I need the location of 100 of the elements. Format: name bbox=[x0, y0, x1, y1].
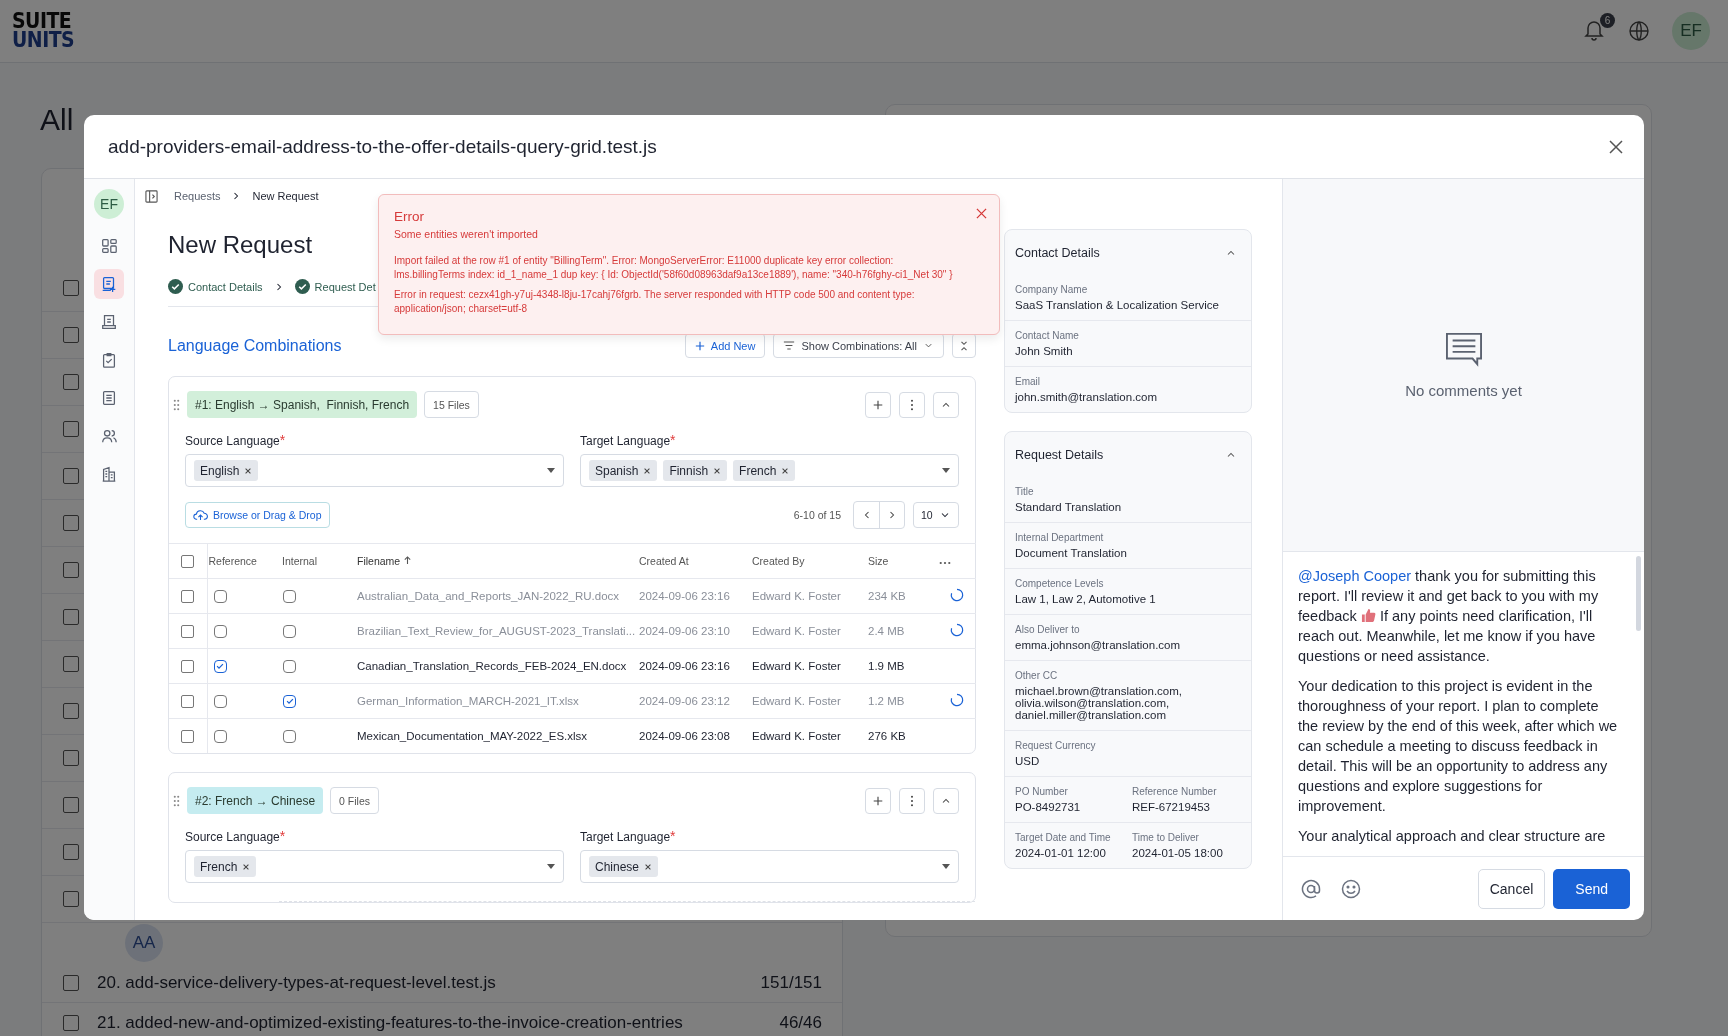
language-tag[interactable]: Finnish bbox=[663, 460, 728, 481]
emoji-icon[interactable] bbox=[1341, 878, 1361, 899]
step-label[interactable]: Request Det bbox=[314, 280, 376, 293]
users-icon[interactable] bbox=[100, 427, 118, 445]
add-button[interactable] bbox=[865, 787, 891, 814]
collapse-all-button[interactable] bbox=[952, 333, 976, 358]
checkbox[interactable] bbox=[213, 624, 227, 638]
user-avatar[interactable]: EF bbox=[94, 189, 124, 219]
step-label[interactable]: Contact Details bbox=[188, 280, 263, 293]
checkbox[interactable] bbox=[181, 554, 195, 568]
remove-icon[interactable] bbox=[242, 862, 251, 871]
checkbox[interactable] bbox=[283, 624, 296, 638]
remove-icon[interactable] bbox=[643, 466, 652, 475]
column-header[interactable]: Filename bbox=[357, 555, 401, 567]
page-range: 6-10 of 15 bbox=[793, 509, 841, 521]
document-plus-icon[interactable] bbox=[100, 275, 118, 293]
cancel-button[interactable]: Cancel bbox=[1477, 868, 1546, 909]
language-select[interactable]: Chinese bbox=[580, 850, 959, 883]
language-tag[interactable]: French bbox=[194, 856, 257, 877]
comment-paragraph: Your analytical approach and clear structure are bbox=[1298, 827, 1607, 846]
error-subtitle: Some entities weren't imported bbox=[394, 228, 539, 240]
checkbox[interactable] bbox=[283, 694, 296, 708]
globe-icon[interactable] bbox=[1628, 20, 1650, 42]
checkbox[interactable] bbox=[63, 515, 79, 531]
sidebar-item[interactable] bbox=[94, 269, 124, 299]
checkbox[interactable] bbox=[63, 797, 79, 813]
column-header[interactable]: Internal bbox=[282, 555, 318, 567]
checkbox[interactable] bbox=[63, 844, 79, 860]
send-button[interactable]: Send bbox=[1553, 868, 1630, 909]
drag-handle-icon[interactable] bbox=[173, 398, 180, 411]
printer-icon[interactable] bbox=[100, 313, 118, 331]
checkbox[interactable] bbox=[63, 656, 79, 672]
close-button[interactable] bbox=[1608, 138, 1624, 155]
list-icon[interactable] bbox=[100, 389, 118, 407]
field-label: Target Language bbox=[580, 830, 671, 844]
remove-icon[interactable] bbox=[644, 862, 653, 871]
table-cell: Edward K. Foster bbox=[752, 730, 841, 742]
checkbox[interactable] bbox=[181, 659, 195, 673]
field-label: Email bbox=[1015, 376, 1041, 387]
checkbox[interactable] bbox=[213, 729, 227, 743]
checkbox[interactable] bbox=[63, 280, 79, 296]
test-name[interactable]: 20. add-service-delivery-types-at-request-level.test.js bbox=[97, 972, 743, 993]
drag-handle-icon[interactable] bbox=[173, 794, 180, 807]
column-header[interactable]: Size bbox=[868, 555, 889, 567]
checkbox[interactable] bbox=[283, 729, 296, 743]
checkbox[interactable] bbox=[63, 327, 79, 343]
checkbox[interactable] bbox=[63, 1014, 79, 1031]
checkbox[interactable] bbox=[213, 659, 227, 673]
checkbox[interactable] bbox=[181, 589, 195, 603]
table-cell: 2.4 MB bbox=[868, 625, 905, 637]
checkbox[interactable] bbox=[181, 694, 195, 708]
column-header[interactable]: Created By bbox=[752, 555, 805, 567]
checkbox[interactable] bbox=[213, 589, 227, 603]
sidebar-toggle-icon[interactable] bbox=[145, 189, 158, 203]
test-name[interactable]: 21. added-new-and-optimized-existing-features-to-the-invoice-creation-entries bbox=[97, 1012, 762, 1033]
clipboard-check-icon[interactable] bbox=[100, 351, 118, 369]
add-new-button[interactable]: Add New bbox=[684, 333, 766, 358]
language-tag[interactable]: French bbox=[733, 460, 796, 481]
language-select[interactable]: French bbox=[185, 850, 564, 883]
combination-tag: #2: French → Chinese bbox=[187, 787, 324, 814]
checkbox[interactable] bbox=[181, 624, 195, 638]
add-button[interactable] bbox=[865, 391, 891, 418]
bell-icon[interactable] bbox=[1584, 19, 1604, 41]
checkbox[interactable] bbox=[63, 609, 79, 625]
column-header[interactable]: Created At bbox=[639, 555, 689, 567]
building-icon[interactable] bbox=[100, 465, 118, 483]
scrollbar[interactable] bbox=[1636, 556, 1641, 631]
logo-text: SUITE bbox=[12, 12, 72, 31]
checkbox[interactable] bbox=[181, 729, 195, 743]
breadcrumb-link[interactable]: Requests bbox=[174, 190, 221, 202]
more-icon[interactable] bbox=[939, 561, 951, 565]
column-header[interactable]: Reference bbox=[208, 555, 257, 567]
checkbox[interactable] bbox=[63, 703, 79, 719]
checkbox[interactable] bbox=[63, 750, 79, 766]
language-tag[interactable]: Chinese bbox=[589, 856, 659, 877]
remove-icon[interactable] bbox=[713, 466, 722, 475]
dashboard-icon[interactable] bbox=[100, 237, 118, 255]
checkbox[interactable] bbox=[63, 468, 79, 484]
checkbox[interactable] bbox=[63, 421, 79, 437]
mention-link[interactable]: @Joseph Cooper bbox=[1298, 568, 1412, 584]
filename-cell: Australian_Data_and_Reports_JAN-2022_RU.docx bbox=[357, 590, 620, 602]
filter-dropdown[interactable]: Show Combinations: All bbox=[773, 333, 944, 358]
language-select[interactable]: Spanish Finnish French bbox=[580, 454, 959, 487]
language-select[interactable]: English bbox=[185, 454, 564, 487]
language-tag[interactable]: English bbox=[194, 460, 259, 481]
remove-icon[interactable] bbox=[244, 466, 253, 475]
checkbox[interactable] bbox=[63, 562, 79, 578]
close-button[interactable] bbox=[976, 208, 987, 219]
checkbox[interactable] bbox=[283, 659, 296, 673]
field-value: REF-67219453 bbox=[1132, 801, 1211, 813]
upload-button[interactable]: Browse or Drag & Drop bbox=[185, 502, 330, 528]
mention-icon[interactable] bbox=[1301, 878, 1321, 899]
page-size-select[interactable]: 10 bbox=[913, 502, 959, 528]
remove-icon[interactable] bbox=[781, 466, 790, 475]
checkbox[interactable] bbox=[283, 589, 296, 603]
checkbox[interactable] bbox=[63, 891, 79, 907]
language-tag[interactable]: Spanish bbox=[589, 460, 658, 481]
checkbox[interactable] bbox=[63, 974, 79, 991]
checkbox[interactable] bbox=[63, 374, 79, 390]
checkbox[interactable] bbox=[213, 694, 227, 708]
